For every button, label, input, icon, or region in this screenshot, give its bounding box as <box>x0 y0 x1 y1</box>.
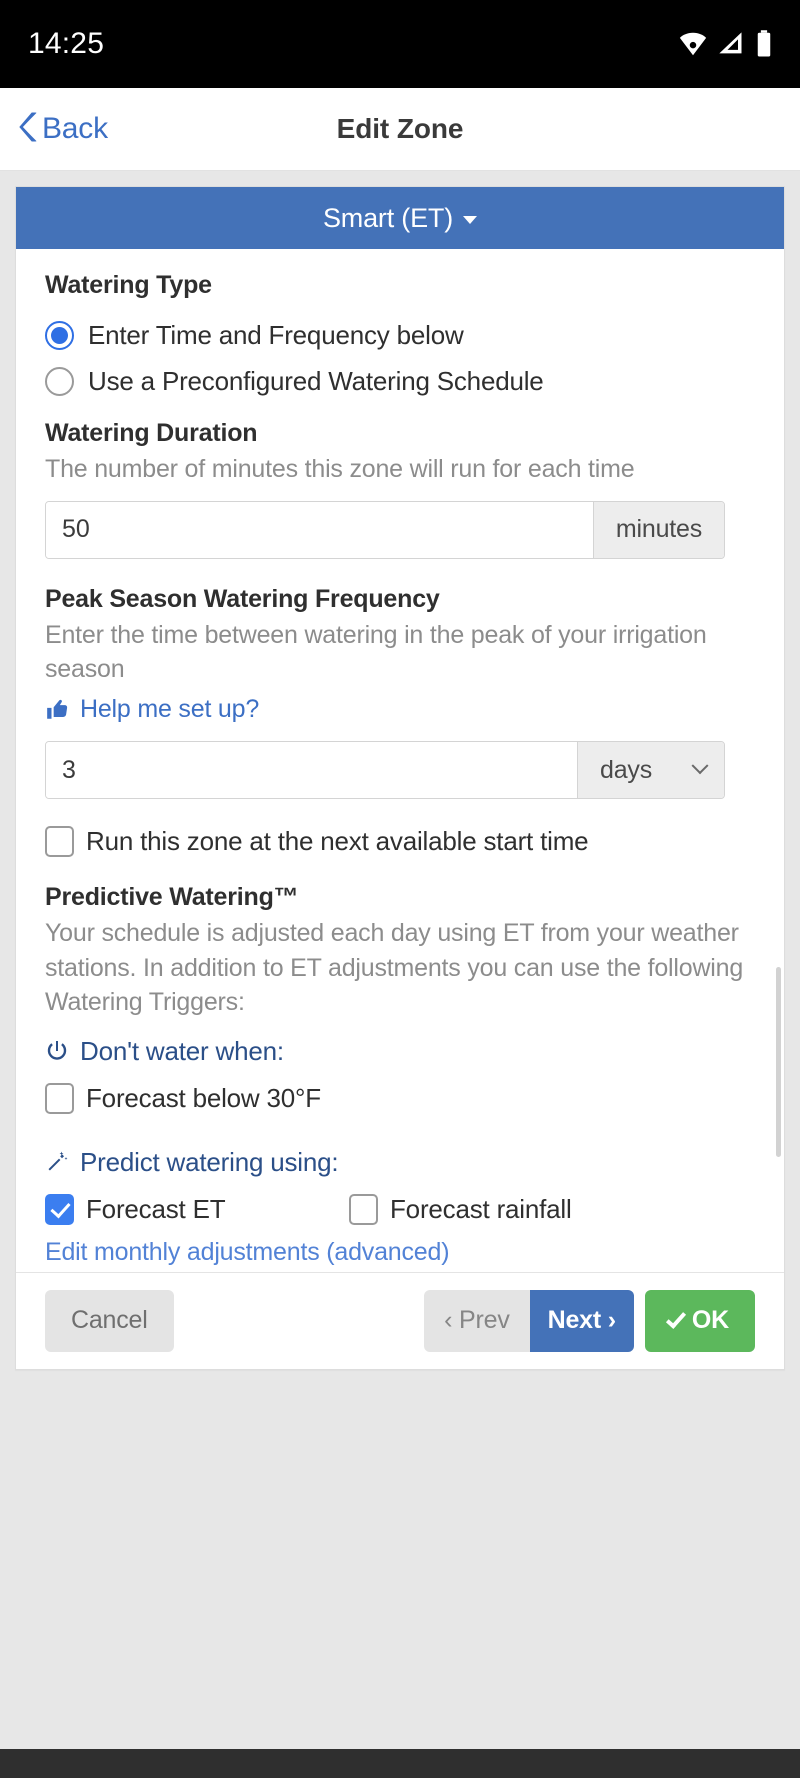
predict-watering-using-label: Predict watering using: <box>80 1146 339 1177</box>
watering-mode-dropdown[interactable]: Smart (ET) <box>16 187 784 249</box>
dont-water-when-label: Don't water when: <box>80 1035 284 1066</box>
page-background: Smart (ET) Watering Type Enter Time and … <box>0 171 800 1749</box>
magic-wand-icon <box>45 1150 80 1174</box>
dont-water-when-heading: Don't water when: <box>45 1036 755 1067</box>
thumbs-up-pointer-icon <box>45 696 80 722</box>
peak-frequency-heading: Peak Season Watering Frequency <box>45 584 440 613</box>
next-button[interactable]: Next › <box>529 1289 634 1352</box>
help-me-set-up-link[interactable]: Help me set up? <box>45 695 259 724</box>
checkbox-input[interactable] <box>45 1082 74 1114</box>
checkbox-forecast-below-threshold[interactable]: Forecast below 30°F <box>45 1082 755 1114</box>
edit-zone-card: Smart (ET) Watering Type Enter Time and … <box>15 186 785 1370</box>
prev-next-button-group: ‹ Prev Next › <box>424 1289 634 1352</box>
radio-input[interactable] <box>45 367 74 396</box>
checkbox-forecast-et[interactable]: Forecast ET <box>45 1193 349 1225</box>
checkbox-input-checked[interactable] <box>45 1193 74 1225</box>
cancel-button[interactable]: Cancel <box>45 1289 174 1352</box>
page-title: Edit Zone <box>336 113 464 144</box>
radio-input-selected[interactable] <box>45 321 74 350</box>
checkbox-forecast-rainfall[interactable]: Forecast rainfall <box>349 1193 572 1225</box>
peak-frequency-input-group: days <box>45 741 725 799</box>
check-icon <box>665 1308 686 1329</box>
watering-duration-help: The number of minutes this zone will run… <box>45 455 635 483</box>
card-footer: Cancel ‹ Prev Next › OK <box>16 1271 784 1369</box>
radio-enter-time-and-frequency[interactable]: Enter Time and Frequency below <box>45 320 755 351</box>
checkbox-input[interactable] <box>349 1193 378 1225</box>
peak-frequency-help: Enter the time between watering in the p… <box>45 620 707 684</box>
edit-monthly-adjustments-link[interactable]: Edit monthly adjustments (advanced) <box>45 1238 755 1267</box>
back-button[interactable]: Back <box>18 110 108 149</box>
navigation-bar: Back Edit Zone <box>0 88 800 171</box>
watering-duration-unit-label: minutes <box>593 501 724 558</box>
status-bar-clock: 14:25 <box>28 27 105 60</box>
watering-type-heading: Watering Type <box>45 271 212 299</box>
status-bar-icons <box>678 29 774 59</box>
status-bar: 14:25 <box>0 0 800 88</box>
peak-frequency-unit-label: days <box>600 755 653 784</box>
peak-frequency-input[interactable] <box>46 742 577 798</box>
back-button-label: Back <box>42 112 108 145</box>
predict-using-options: Forecast ET Forecast rainfall <box>45 1193 755 1225</box>
prev-button[interactable]: ‹ Prev <box>424 1289 530 1352</box>
card-scrollbar[interactable] <box>776 967 781 1157</box>
ok-button[interactable]: OK <box>644 1289 755 1352</box>
watering-mode-label: Smart (ET) <box>323 202 453 233</box>
checkbox-input[interactable] <box>45 826 74 857</box>
peak-frequency-unit-select[interactable]: days <box>577 742 724 798</box>
chevron-left-icon <box>18 110 40 149</box>
checkbox-label: Forecast rainfall <box>390 1193 572 1224</box>
checkbox-label: Forecast ET <box>86 1193 226 1224</box>
checkbox-label: Run this zone at the next available star… <box>86 826 589 856</box>
checkbox-run-next-available-start-time[interactable]: Run this zone at the next available star… <box>45 826 755 857</box>
wifi-icon <box>678 29 708 59</box>
watering-duration-input[interactable] <box>46 501 593 558</box>
radio-label: Use a Preconfigured Watering Schedule <box>88 366 544 396</box>
predictive-watering-heading: Predictive Watering™ <box>45 883 299 911</box>
predictive-watering-help: Your schedule is adjusted each day using… <box>45 919 744 1016</box>
system-navigation-bar <box>0 1749 800 1778</box>
battery-icon <box>754 29 774 59</box>
checkbox-label: Forecast below 30°F <box>86 1082 321 1113</box>
predict-watering-using-heading: Predict watering using: <box>45 1147 755 1178</box>
radio-label: Enter Time and Frequency below <box>88 320 464 350</box>
power-icon <box>45 1039 80 1063</box>
card-body: Watering Type Enter Time and Frequency b… <box>16 249 784 1272</box>
help-me-set-up-label: Help me set up? <box>80 694 260 723</box>
chevron-down-icon <box>691 757 709 775</box>
radio-use-preconfigured-schedule[interactable]: Use a Preconfigured Watering Schedule <box>45 366 755 397</box>
ok-button-label: OK <box>691 1306 729 1334</box>
cellular-signal-icon <box>717 30 745 58</box>
watering-duration-input-group: minutes <box>45 500 725 559</box>
watering-duration-heading: Watering Duration <box>45 419 258 447</box>
caret-down-icon <box>463 216 477 224</box>
